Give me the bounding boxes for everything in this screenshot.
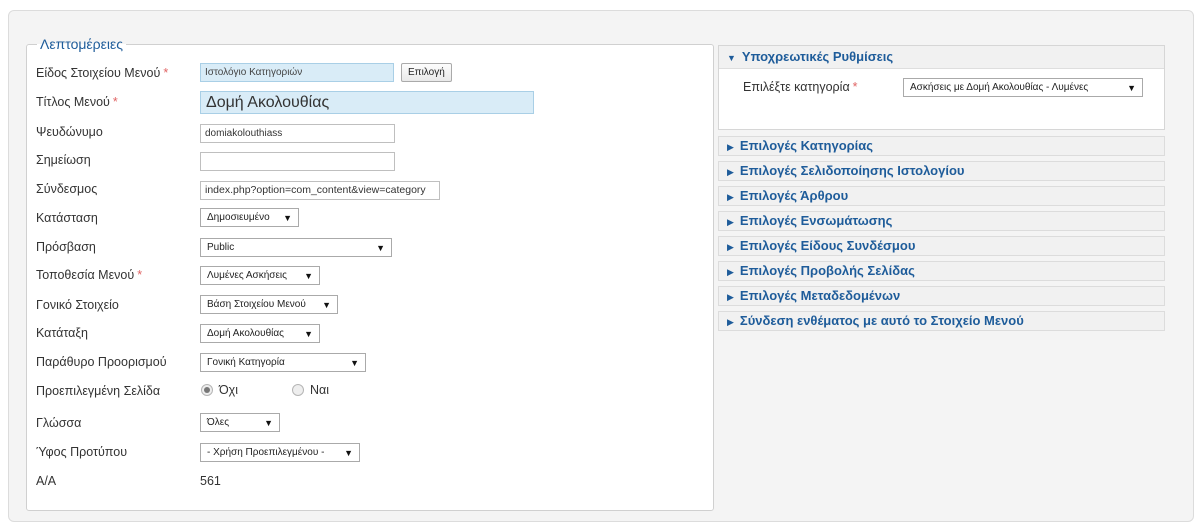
dropdown-arrow-icon: ▼: [283, 212, 292, 223]
accordion-link-type-options[interactable]: ▶ Επιλογές Είδους Συνδέσμου: [718, 236, 1165, 256]
id-value: 561: [200, 474, 221, 488]
note-input[interactable]: [200, 152, 395, 171]
triangle-right-icon: ▶: [727, 142, 734, 152]
access-label: Πρόσβαση: [36, 240, 96, 254]
menu-location-label: Τοποθεσία Μενού *: [36, 268, 143, 282]
accordion-category-options[interactable]: ▶ Επιλογές Κατηγορίας: [718, 136, 1165, 156]
link-label: Σύνδεσμος: [36, 182, 98, 196]
dropdown-arrow-icon: ▼: [350, 357, 359, 368]
accordion-blog-layout-options[interactable]: ▶ Επιλογές Σελιδοποίησης Ιστολογίου: [718, 161, 1165, 181]
note-label: Σημείωση: [36, 153, 91, 167]
dropdown-arrow-icon: ▼: [264, 417, 273, 428]
language-select[interactable]: Όλες ▼: [200, 413, 280, 432]
id-label: Α/Α: [36, 474, 57, 488]
triangle-right-icon: ▶: [727, 192, 734, 202]
language-label: Γλώσσα: [36, 416, 82, 430]
select-item-type-button[interactable]: Επιλογή: [401, 63, 452, 82]
dropdown-arrow-icon: ▼: [304, 328, 313, 339]
item-type-field: Ιστολόγιο Κατηγοριών: [200, 63, 394, 82]
target-window-select[interactable]: Γονική Κατηγορία ▼: [200, 353, 366, 372]
default-page-no-radio[interactable]: Όχι: [201, 383, 238, 397]
accordion-module-assignment[interactable]: ▶ Σύνδεση ενθέματος με αυτό το Στοιχείο Μ…: [718, 311, 1165, 331]
dropdown-arrow-icon: ▼: [344, 447, 353, 458]
triangle-down-icon: ▼: [727, 53, 736, 63]
alias-input[interactable]: domiakolouthiass: [200, 124, 395, 143]
details-legend: Λεπτομέρειες: [40, 36, 123, 52]
triangle-right-icon: ▶: [727, 292, 734, 302]
parent-item-label: Γονικό Στοιχείο: [36, 298, 119, 312]
category-label: Επιλέξτε κατηγορία *: [743, 80, 858, 94]
ordering-label: Κατάταξη: [36, 326, 88, 340]
triangle-right-icon: ▶: [727, 267, 734, 277]
accordion-page-display-options[interactable]: ▶ Επιλογές Προβολής Σελίδας: [718, 261, 1165, 281]
radio-selected-icon: [201, 384, 213, 396]
required-settings-header[interactable]: ▼ Υποχρεωτικές Ρυθμίσεις: [719, 46, 1164, 69]
dropdown-arrow-icon: ▼: [376, 242, 385, 253]
parent-item-select[interactable]: Βάση Στοιχείου Μενού ▼: [200, 295, 338, 314]
required-settings-panel: ▼ Υποχρεωτικές Ρυθμίσεις Επιλέξτε κατηγορ…: [718, 45, 1165, 130]
link-input[interactable]: index.php?option=com_content&view=catego…: [200, 181, 440, 200]
triangle-right-icon: ▶: [727, 167, 734, 177]
triangle-right-icon: ▶: [727, 217, 734, 227]
target-window-label: Παράθυρο Προορισμού: [36, 355, 167, 369]
alias-label: Ψευδώνυμο: [36, 125, 103, 139]
accordion-metadata-options[interactable]: ▶ Επιλογές Μεταδεδομένων: [718, 286, 1165, 306]
triangle-right-icon: ▶: [727, 242, 734, 252]
category-select[interactable]: Ασκήσεις με Δομή Ακολουθίας - Λυμένες ▼: [903, 78, 1143, 97]
accordion-integration-options[interactable]: ▶ Επιλογές Ενσωμάτωσης: [718, 211, 1165, 231]
access-select[interactable]: Public ▼: [200, 238, 392, 257]
accordion-article-options[interactable]: ▶ Επιλογές Άρθρου: [718, 186, 1165, 206]
dropdown-arrow-icon: ▼: [1127, 82, 1136, 93]
ordering-select[interactable]: Δομή Ακολουθίας ▼: [200, 324, 320, 343]
menu-location-select[interactable]: Λυμένες Ασκήσεις ▼: [200, 266, 320, 285]
dropdown-arrow-icon: ▼: [322, 299, 331, 310]
menu-title-label: Τίτλος Μενού *: [36, 95, 118, 109]
dropdown-arrow-icon: ▼: [304, 270, 313, 281]
radio-unselected-icon: [292, 384, 304, 396]
template-style-label: Ύφος Προτύπου: [36, 445, 128, 459]
status-label: Κατάσταση: [36, 211, 98, 225]
status-select[interactable]: Δημοσιευμένο ▼: [200, 208, 299, 227]
default-page-yes-radio[interactable]: Ναι: [292, 383, 329, 397]
menu-title-input[interactable]: Δομή Ακολουθίας: [200, 91, 534, 114]
template-style-select[interactable]: - Χρήση Προεπιλεγμένου - ▼: [200, 443, 360, 462]
triangle-right-icon: ▶: [727, 317, 734, 327]
item-type-label: Είδος Στοιχείου Μενού *: [36, 66, 169, 80]
default-page-label: Προεπιλεγμένη Σελίδα: [36, 384, 161, 398]
